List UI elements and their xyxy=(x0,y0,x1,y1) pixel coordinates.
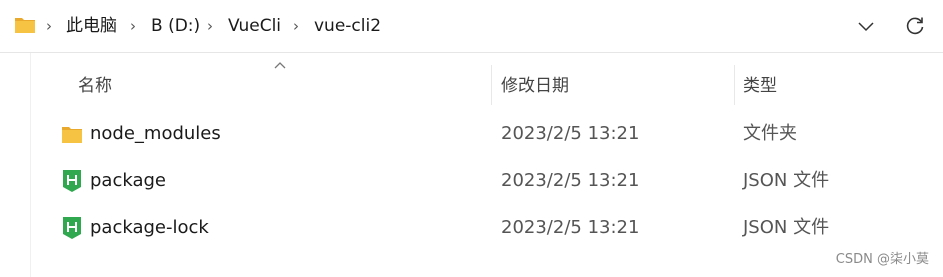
file-type: 文件夹 xyxy=(743,123,797,144)
file-row[interactable]: node_modules 2023/2/5 13:21 文件夹 xyxy=(31,111,943,157)
refresh-icon xyxy=(906,17,924,35)
column-header-date[interactable]: 修改日期 xyxy=(501,74,569,98)
breadcrumb-item-drive[interactable]: B (D:) xyxy=(151,14,200,38)
file-type: JSON 文件 xyxy=(743,217,830,238)
breadcrumb-separator: › xyxy=(130,17,136,35)
chevron-down-icon xyxy=(858,22,874,32)
breadcrumb-item-vue-cli2[interactable]: vue-cli2 xyxy=(314,14,381,38)
file-row[interactable]: package-lock 2023/2/5 13:21 JSON 文件 xyxy=(31,205,943,251)
file-name[interactable]: node_modules xyxy=(90,122,221,146)
breadcrumb-separator: › xyxy=(207,17,213,35)
sort-ascending-icon xyxy=(274,62,286,69)
json-file-icon xyxy=(63,217,81,239)
file-date: 2023/2/5 13:21 xyxy=(501,170,640,191)
breadcrumb-separator: › xyxy=(293,17,299,35)
breadcrumb-separator: › xyxy=(46,17,52,35)
file-row[interactable]: package 2023/2/5 13:21 JSON 文件 xyxy=(31,158,943,204)
column-divider[interactable] xyxy=(491,65,492,105)
breadcrumb-item-vuecli[interactable]: VueCli xyxy=(228,14,281,38)
folder-icon xyxy=(15,18,35,33)
history-dropdown-button[interactable] xyxy=(852,12,880,40)
address-bar[interactable]: › 此电脑 › B (D:) › VueCli › vue-cli2 xyxy=(0,0,943,53)
file-list: 名称 修改日期 类型 node_modules 2023/2/5 13:21 文… xyxy=(31,53,943,277)
folder-icon xyxy=(62,127,82,143)
refresh-button[interactable] xyxy=(901,12,929,40)
watermark: CSDN @柒小莫 xyxy=(835,252,929,267)
column-divider[interactable] xyxy=(734,65,735,105)
file-date: 2023/2/5 13:21 xyxy=(501,123,640,144)
column-header-row: 名称 修改日期 类型 xyxy=(31,53,943,119)
column-header-type[interactable]: 类型 xyxy=(743,74,777,98)
file-name[interactable]: package-lock xyxy=(90,216,209,240)
navigation-pane-edge xyxy=(0,53,31,277)
breadcrumb-item-this-pc[interactable]: 此电脑 xyxy=(66,14,117,38)
json-file-icon xyxy=(63,170,81,192)
file-name[interactable]: package xyxy=(90,169,166,193)
file-type: JSON 文件 xyxy=(743,170,830,191)
file-date: 2023/2/5 13:21 xyxy=(501,217,640,238)
column-header-name[interactable]: 名称 xyxy=(78,74,112,98)
